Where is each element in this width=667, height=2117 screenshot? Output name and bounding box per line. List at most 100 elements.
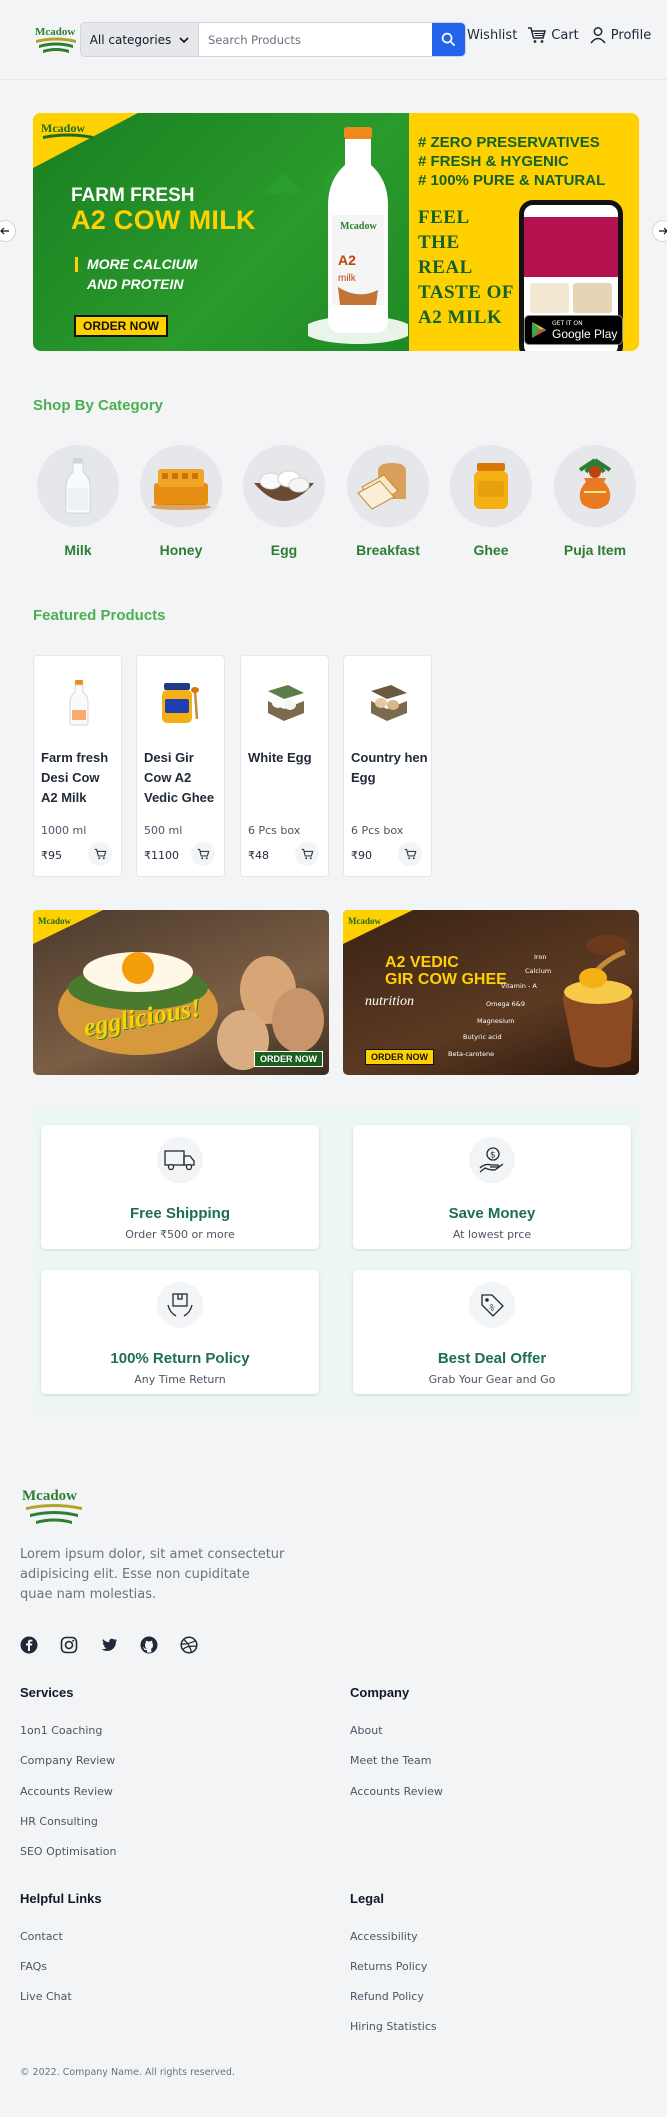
footer-link-live-chat[interactable]: Live Chat	[20, 1990, 72, 2003]
product-name: Desi Gir Cow A2 Vedic Ghee	[144, 750, 215, 805]
footer-link-contact[interactable]: Contact	[20, 1930, 63, 1943]
promo-banner-ghee[interactable]: Mcadow A2 VEDIC GIR COW GHEE nutrition I…	[343, 910, 639, 1075]
promo-brand-logo: Mcadow	[348, 916, 381, 926]
hero-order-now-button[interactable]: ORDER NOW	[74, 315, 168, 337]
product-card[interactable]: White Egg 6 Pcs box ₹48	[240, 655, 329, 877]
google-play-big: Google Play	[552, 326, 618, 341]
phone-app-tile	[573, 283, 612, 313]
feature-subtitle: Grab Your Gear and Go	[428, 1373, 556, 1386]
footer-link-accessibility[interactable]: Accessibility	[350, 1930, 418, 1943]
svg-text:Mcadow: Mcadow	[348, 916, 381, 926]
category-label: Breakfast	[356, 542, 420, 558]
phone-app-banner	[524, 217, 618, 277]
promo-order-now-button[interactable]: ORDER NOW	[254, 1051, 323, 1067]
cart-icon	[197, 848, 209, 860]
category-honey[interactable]: Honey	[140, 445, 222, 558]
footer-link-about[interactable]: About	[350, 1724, 383, 1737]
profile-link[interactable]: Profile	[589, 26, 651, 44]
product-name: Country hen Egg	[351, 750, 428, 785]
dribbble-icon[interactable]	[180, 1636, 198, 1654]
nutrient-label: Omega 6&9	[486, 1000, 525, 1008]
search-button[interactable]	[432, 23, 465, 56]
add-to-cart-button[interactable]	[398, 842, 422, 866]
footer-link-hiring[interactable]: Hiring Statistics	[350, 2020, 437, 2033]
hero-benefits: MORE CALCIUM AND PROTEIN	[87, 254, 247, 294]
hero-tagline: FEEL THE REAL TASTE OF A2 MILK	[418, 205, 514, 330]
nutrient-label: Calcium	[525, 967, 552, 975]
return-box-icon	[167, 1293, 193, 1317]
hero-benefit-2: AND PROTEIN	[87, 276, 184, 292]
add-to-cart-button[interactable]	[295, 842, 319, 866]
cart-link[interactable]: Cart	[527, 26, 579, 44]
promo-headline: A2 VEDIC GIR COW GHEE	[385, 954, 507, 988]
kalash-icon	[578, 458, 612, 509]
product-card[interactable]: Farm fresh Desi Cow A2 Milk 1000 ml ₹95	[33, 655, 122, 877]
hero-line2: A2 COW MILK	[71, 205, 256, 235]
promo-order-now-button[interactable]: ORDER NOW	[365, 1049, 434, 1065]
footer-link-seo[interactable]: SEO Optimisation	[20, 1845, 116, 1858]
milk-bottle-icon: Mcadow A2 milk	[308, 127, 408, 344]
category-milk[interactable]: Milk	[37, 445, 119, 558]
svg-text:milk: milk	[338, 273, 357, 284]
hero-banner[interactable]: Mcadow FARM FRESH A2 COW MILK MORE CALCI…	[33, 113, 639, 351]
product-image	[241, 672, 330, 734]
google-play-badge[interactable]: GET IT ON Google Play	[524, 315, 623, 345]
footer-link-refund[interactable]: Refund Policy	[350, 1990, 424, 2003]
add-to-cart-button[interactable]	[88, 842, 112, 866]
search-icon	[441, 32, 456, 47]
add-to-cart-button[interactable]	[191, 842, 215, 866]
feature-title: 100% Return Policy	[110, 1350, 250, 1367]
profile-label: Profile	[610, 27, 652, 43]
footer-link-company-review[interactable]: Company Review	[20, 1754, 115, 1767]
carousel-prev-button[interactable]	[0, 220, 16, 242]
category-image	[243, 445, 325, 527]
category-image	[554, 445, 636, 527]
user-icon	[590, 27, 606, 44]
search-input[interactable]	[199, 23, 432, 56]
feature-card: 100% Return Policy Any Time Return	[41, 1270, 319, 1394]
footer-link-team[interactable]: Meet the Team	[350, 1754, 431, 1767]
instagram-icon[interactable]	[60, 1636, 78, 1654]
footer-link-faqs[interactable]: FAQs	[20, 1960, 47, 1973]
category-label: Honey	[159, 542, 203, 558]
feature-title: Save Money	[448, 1205, 536, 1222]
footer-link-accounts-review-2[interactable]: Accounts Review	[350, 1785, 443, 1798]
feature-card: % Best Deal Offer Grab Your Gear and Go	[353, 1270, 631, 1394]
product-card[interactable]: Country hen Egg 6 Pcs box ₹90	[343, 655, 432, 877]
facebook-icon[interactable]	[20, 1636, 38, 1654]
milk-bottle-icon	[69, 680, 88, 726]
category-puja-item[interactable]: Puja Item	[554, 445, 636, 558]
category-breakfast[interactable]: Breakfast	[347, 445, 429, 558]
nutrient-label: Magnesium	[477, 1017, 515, 1025]
promo-banner-eggs[interactable]: Mcadow egglicious! ORDER NOW	[33, 910, 329, 1075]
svg-text:Mcadow: Mcadow	[340, 221, 377, 232]
hero-tagline-1: FEEL	[418, 207, 470, 228]
github-icon[interactable]	[140, 1636, 158, 1654]
feature-icon-wrap	[157, 1282, 203, 1328]
brand-logo[interactable]: Mcadow	[33, 22, 79, 56]
footer-link-returns[interactable]: Returns Policy	[350, 1960, 427, 1973]
category-select[interactable]: All categories	[81, 23, 199, 56]
promo-subline: nutrition	[365, 994, 415, 1009]
ghee-jar-icon	[474, 463, 508, 509]
honeycomb-icon	[151, 469, 211, 510]
truck-icon	[164, 1150, 195, 1171]
feature-subtitle: At lowest prce	[452, 1228, 532, 1241]
footer-link-accounts-review[interactable]: Accounts Review	[20, 1785, 113, 1798]
footer-brand-logo[interactable]: Mcadow	[20, 1484, 88, 1528]
carousel-next-button[interactable]	[652, 220, 667, 242]
search-bar: All categories	[80, 22, 466, 57]
promo-headline-1: A2 VEDIC	[385, 954, 459, 971]
product-card[interactable]: Desi Gir Cow A2 Vedic Ghee 500 ml ₹1100	[136, 655, 225, 877]
hero-tagline-2: THE	[418, 232, 460, 253]
category-egg[interactable]: Egg	[243, 445, 325, 558]
footer-link-coaching[interactable]: 1on1 Coaching	[20, 1724, 102, 1737]
featured-heading: Featured Products	[33, 607, 166, 624]
product-unit: 6 Pcs box	[248, 824, 301, 837]
category-ghee[interactable]: Ghee	[450, 445, 532, 558]
category-label: Milk	[64, 542, 92, 558]
footer-link-hr-consulting[interactable]: HR Consulting	[20, 1815, 98, 1828]
twitter-icon[interactable]	[100, 1636, 118, 1654]
wishlist-link[interactable]: Wishlist	[467, 28, 517, 43]
svg-text:$: $	[490, 1151, 496, 1161]
